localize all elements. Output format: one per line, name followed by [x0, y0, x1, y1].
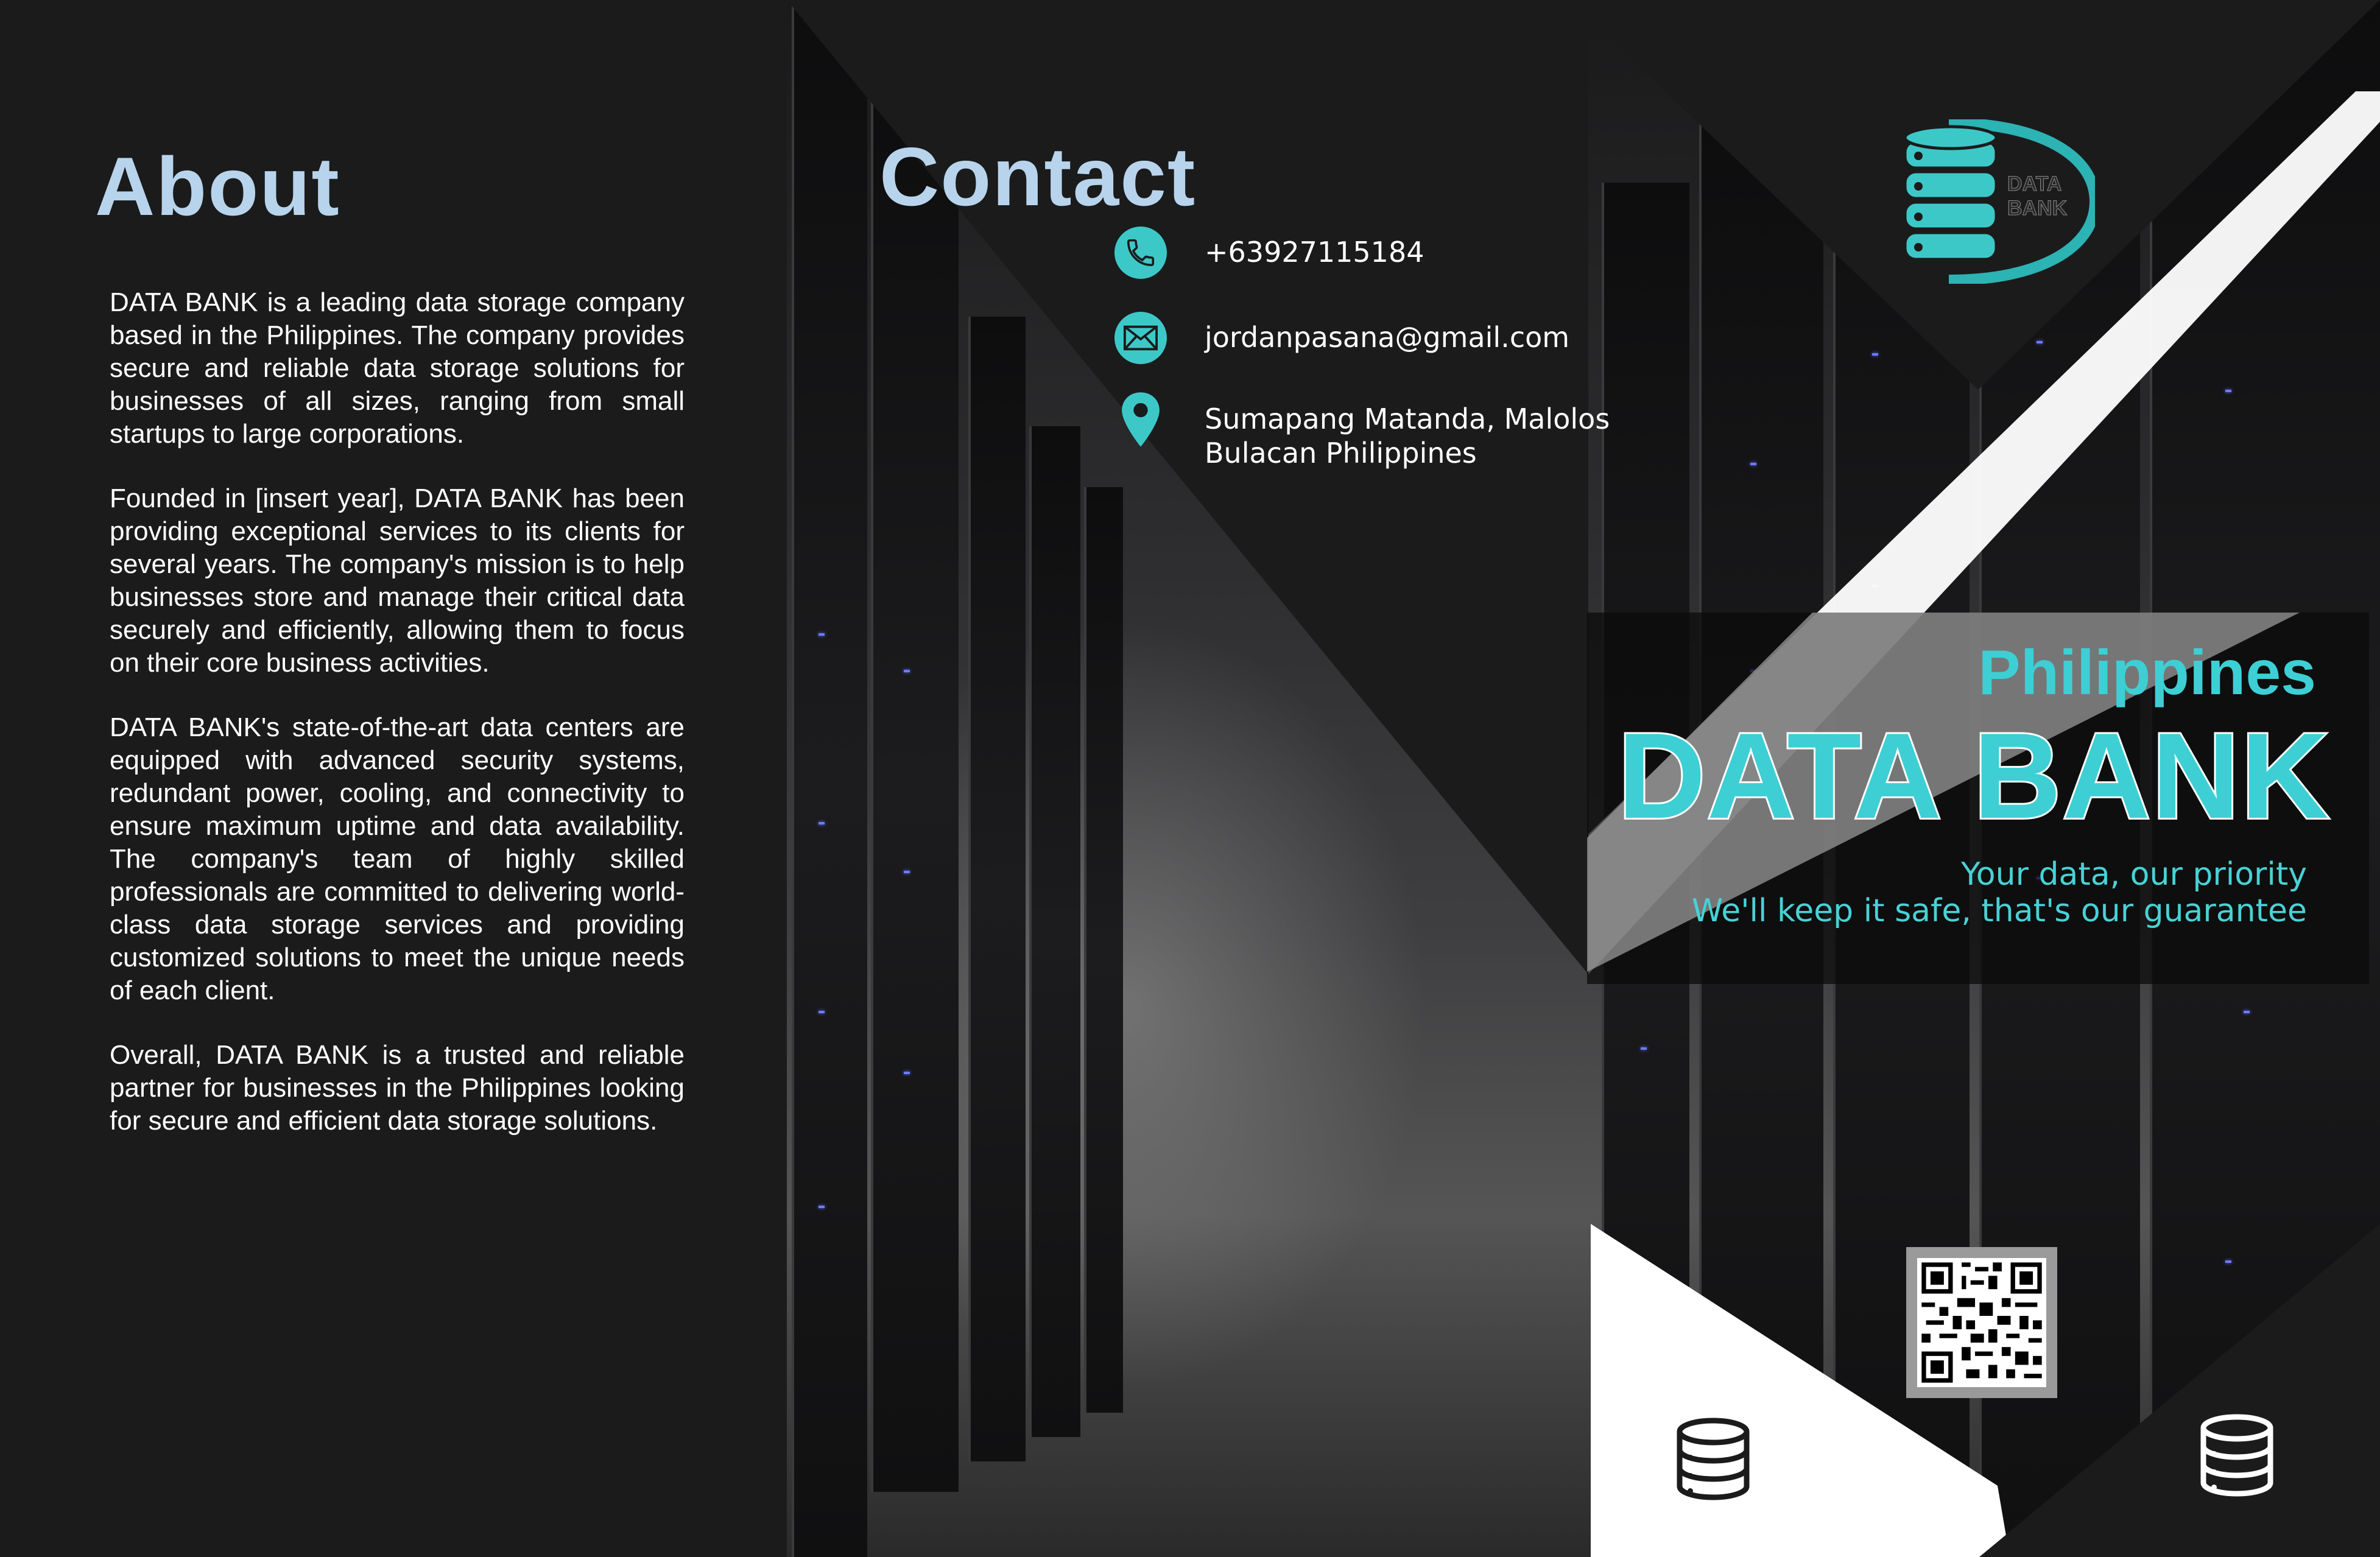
- logo-line: BANK: [2007, 197, 2068, 220]
- phone-icon: [1114, 227, 1167, 279]
- logo-text: DATA BANK: [2007, 172, 2067, 220]
- contact-address-row: Sumapang Matanda, Malolos Bulacan Philip…: [1114, 392, 1610, 470]
- cover-country: Philippines: [1978, 638, 2316, 708]
- database-icon: [1677, 1418, 1750, 1500]
- about-body: DATA BANK is a leading data storage comp…: [110, 286, 685, 1169]
- email-address[interactable]: jordanpasana@gmail.com: [1205, 312, 1569, 354]
- about-paragraph: Founded in [insert year], DATA BANK has …: [110, 483, 685, 678]
- cover-tagline: Your data, our priority: [1960, 856, 2307, 893]
- about-paragraph: Overall, DATA BANK is a trusted and reli…: [110, 1040, 685, 1136]
- about-heading: About: [95, 140, 340, 233]
- about-panel: About DATA BANK is a leading data storag…: [0, 0, 787, 1557]
- address: Sumapang Matanda, Malolos Bulacan Philip…: [1205, 393, 1610, 470]
- logo-line: DATA: [2007, 172, 2062, 196]
- cover-tagline: We'll keep it safe, that's our guarantee: [1691, 893, 2307, 929]
- qr-code-image: [1917, 1258, 2046, 1387]
- qr-code[interactable]: [1906, 1247, 2057, 1398]
- phone-number[interactable]: +63927115184: [1205, 227, 1424, 269]
- mail-icon: [1114, 312, 1167, 364]
- address-line: Bulacan Philippines: [1205, 437, 1477, 469]
- contact-email-row: jordanpasana@gmail.com: [1114, 312, 1569, 364]
- company-logo: DATA BANK: [1900, 118, 2101, 286]
- contact-phone-row: +63927115184: [1114, 227, 1424, 279]
- location-pin-icon: [1114, 392, 1167, 447]
- cover-title: DATA BANK: [1616, 706, 2331, 846]
- database-icon: [2200, 1414, 2273, 1497]
- about-paragraph: DATA BANK is a leading data storage comp…: [110, 287, 685, 449]
- about-paragraph: DATA BANK's state-of-the-art data center…: [110, 712, 685, 1005]
- contact-heading: Contact: [879, 130, 1197, 223]
- address-line: Sumapang Matanda, Malolos: [1205, 402, 1610, 435]
